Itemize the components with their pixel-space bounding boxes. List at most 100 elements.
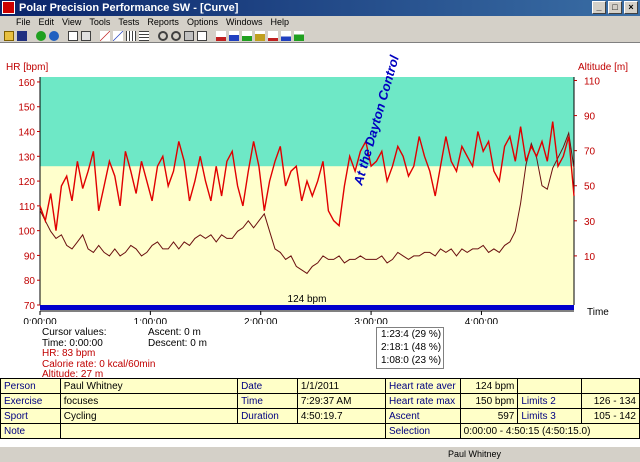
ascent-value: 597 — [459, 408, 519, 424]
duration-value: 4:50:19.7 — [296, 408, 386, 424]
selection-value: 0:00:00 - 4:50:15 (4:50:15.0) — [459, 423, 640, 439]
chart-4-icon[interactable] — [255, 30, 265, 41]
cursor-values-label: Cursor values: — [42, 327, 107, 338]
altitude-tick-label: 70 — [584, 147, 596, 158]
cursor-hr: HR: 83 bpm — [42, 348, 96, 359]
limits3-value: 105 - 142 — [581, 408, 640, 424]
curve-zoom-icon[interactable] — [113, 30, 123, 41]
menu-file[interactable]: File — [0, 16, 35, 29]
chart-1-icon[interactable] — [216, 30, 226, 41]
lap-times-box: 1:23:4 (29 %) 2:18:1 (48 %) 1:08:0 (23 %… — [376, 327, 444, 369]
globe-icon[interactable] — [49, 30, 59, 41]
lap-time-3: 1:08:0 (23 %) — [381, 355, 442, 366]
bars-icon[interactable] — [126, 30, 136, 41]
hr-axis-title: HR [bpm] — [6, 62, 48, 73]
zoom-in-icon[interactable] — [158, 30, 168, 41]
close-button[interactable]: × — [624, 1, 638, 14]
window-icon[interactable] — [68, 30, 78, 41]
time-tick-label: 0:00:00 — [23, 317, 57, 324]
hr-tick-label: 90 — [24, 251, 36, 262]
menu-view[interactable]: View — [58, 16, 85, 29]
time-axis-ticks: 0:00:00 1:00:00 2:00:00 3:00:00 4:00:00 — [23, 311, 499, 324]
time-tick-label: 3:00:00 — [354, 317, 388, 324]
time-tick-label: 1:00:00 — [134, 317, 168, 324]
average-hr-label: 124 bpm — [288, 294, 327, 305]
exercise-label: Exercise — [0, 393, 61, 409]
exercise-summary-table: Person Paul Whitney Date 1/1/2011 Heart … — [0, 378, 640, 439]
duration-label: Duration — [237, 408, 298, 424]
menu-bar: File Edit View Tools Tests Reports Optio… — [0, 16, 640, 29]
ascent-descent-panel: Ascent: 0 m Descent: 0 m — [148, 327, 207, 349]
table-row: Person Paul Whitney Date 1/1/2011 Heart … — [0, 378, 640, 394]
hr-max-value: 150 bpm — [459, 393, 519, 409]
chart-5-icon[interactable] — [268, 30, 278, 41]
hr-tick-label: 70 — [24, 301, 36, 312]
time-tick-label: 4:00:00 — [465, 317, 499, 324]
menu-windows[interactable]: Windows — [222, 16, 267, 29]
hr-tick-label: 110 — [19, 202, 35, 213]
time-axis-title: Time — [587, 307, 609, 318]
note-value[interactable] — [59, 423, 386, 439]
menu-edit[interactable]: Edit — [35, 16, 59, 29]
print-icon[interactable] — [184, 30, 194, 41]
menu-tools[interactable]: Tools — [85, 16, 114, 29]
limits3-label: Limits 3 — [517, 408, 583, 424]
hr-tick-label: 160 — [18, 78, 35, 89]
hr-aver-value: 124 bpm — [459, 378, 519, 394]
window-list-icon[interactable] — [81, 30, 91, 41]
time-label: Time — [237, 393, 298, 409]
date-value: 1/1/2011 — [296, 378, 386, 394]
table-row: Note Selection 0:00:00 - 4:50:15 (4:50:1… — [0, 423, 640, 439]
maximize-button[interactable]: □ — [608, 1, 622, 14]
hr-tick-label: 150 — [18, 103, 35, 114]
app-icon — [2, 1, 15, 14]
connect-icon[interactable] — [36, 30, 46, 41]
chart-2-icon[interactable] — [229, 30, 239, 41]
upper-zone-background — [40, 77, 574, 167]
menu-tests[interactable]: Tests — [114, 16, 143, 29]
hr-max-label: Heart rate max — [384, 393, 461, 409]
status-user: Paul Whitney — [448, 449, 502, 459]
window-title: Polar Precision Performance SW - [Curve] — [19, 2, 239, 14]
altitude-tick-label: 50 — [584, 182, 596, 193]
sport-label: Sport — [0, 408, 61, 424]
menu-help[interactable]: Help — [266, 16, 293, 29]
table-icon[interactable] — [139, 30, 149, 41]
chart-7-icon[interactable] — [294, 30, 304, 41]
hr-tick-label: 100 — [18, 227, 35, 238]
menu-reports[interactable]: Reports — [143, 16, 183, 29]
person-value[interactable]: Paul Whitney — [59, 378, 239, 394]
curve-icon[interactable] — [100, 30, 110, 41]
hr-tick-label: 80 — [24, 276, 36, 287]
minimize-button[interactable]: _ — [592, 1, 606, 14]
curve-chart[interactable]: 70 80 90 100 110 120 130 140 150 160 10 30 50 70 90 11… — [0, 44, 640, 381]
page-icon[interactable] — [197, 30, 207, 41]
person-label: Person — [0, 378, 61, 394]
selection-label: Selection — [384, 423, 461, 439]
zoom-out-icon[interactable] — [171, 30, 181, 41]
hr-aver-label: Heart rate aver — [384, 378, 461, 394]
hr-tick-label: 120 — [18, 177, 35, 188]
date-label: Date — [237, 378, 298, 394]
chart-6-icon[interactable] — [281, 30, 291, 41]
cursor-ascent: Ascent: 0 m — [148, 327, 201, 338]
table-row: Sport Cycling Duration 4:50:19.7 Ascent … — [0, 408, 640, 424]
average-hr-bar — [40, 305, 574, 310]
menu-options[interactable]: Options — [183, 16, 222, 29]
lap-time-1: 1:23:4 (29 %) — [381, 329, 442, 340]
chart-3-icon[interactable] — [242, 30, 252, 41]
time-tick-label: 2:00:00 — [244, 317, 278, 324]
altitude-tick-label: 110 — [584, 77, 600, 88]
chart-svg: 70 80 90 100 110 120 130 140 150 160 10 30 50 70 90 11… — [6, 53, 628, 324]
save-icon[interactable] — [17, 30, 27, 41]
altitude-tick-label: 10 — [584, 252, 596, 263]
hr-tick-label: 130 — [18, 152, 35, 163]
open-icon[interactable] — [4, 30, 14, 41]
title-bar: Polar Precision Performance SW - [Curve]… — [0, 0, 640, 16]
sport-value[interactable]: Cycling — [59, 408, 239, 424]
limits2-value: 126 - 134 — [581, 393, 640, 409]
exercise-value[interactable]: focuses — [59, 393, 239, 409]
cursor-values-panel: Cursor values: Time: 0:00:00 HR: 83 bpm … — [42, 327, 155, 381]
lap-time-2: 2:18:1 (48 %) — [381, 342, 442, 353]
cursor-descent: Descent: 0 m — [148, 337, 207, 349]
